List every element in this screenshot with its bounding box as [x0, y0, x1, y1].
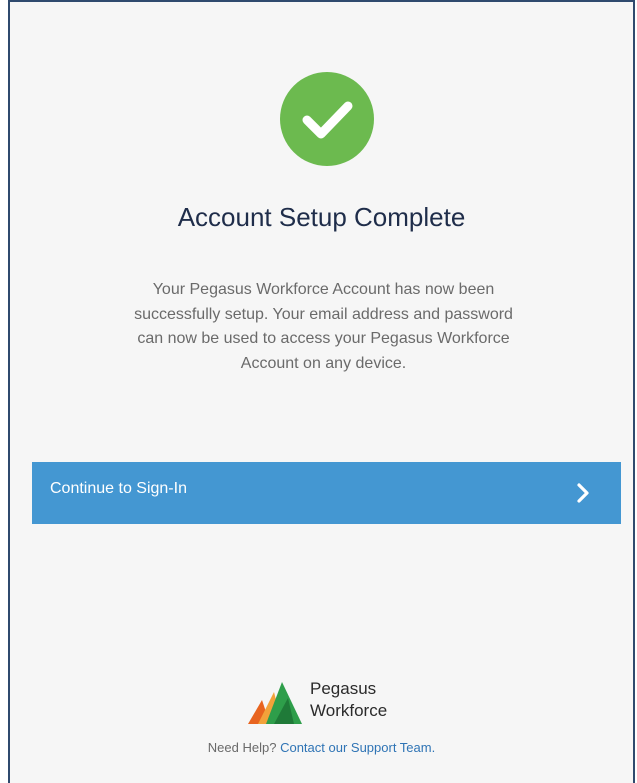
message-line: Your Pegasus Workforce Account has now b… — [152, 281, 495, 298]
continue-button-label: Continue to Sign-In — [50, 480, 187, 497]
setup-complete-panel: Account Setup Complete Your Pegasus Work… — [8, 0, 635, 783]
confirmation-message: Your Pegasus Workforce Account has now b… — [100, 278, 547, 376]
continue-to-sign-in-button[interactable]: Continue to Sign-In — [32, 462, 621, 524]
message-line: can now be used to access your Pegasus W… — [137, 330, 510, 347]
pegasus-workforce-logo: Pegasus Workforce — [248, 678, 418, 726]
logo-wordmark: Pegasus Workforce — [310, 678, 387, 722]
message-line: successfully setup. Your email address a… — [134, 305, 513, 323]
contact-support-link[interactable]: Contact our Support Team. — [280, 740, 435, 755]
logo-text-line: Workforce — [310, 701, 388, 720]
help-prefix: Need Help? — [207, 740, 277, 755]
success-checkmark-icon — [280, 72, 374, 166]
pegasus-logo-icon — [248, 682, 302, 724]
help-footer: Need Help? Contact our Support Team. — [10, 740, 633, 755]
page-title: Account Setup Complete — [177, 202, 466, 232]
logo-text-line: Pegasus — [310, 679, 377, 698]
chevron-right-icon — [577, 483, 589, 503]
message-line: Account on any device. — [240, 354, 407, 372]
